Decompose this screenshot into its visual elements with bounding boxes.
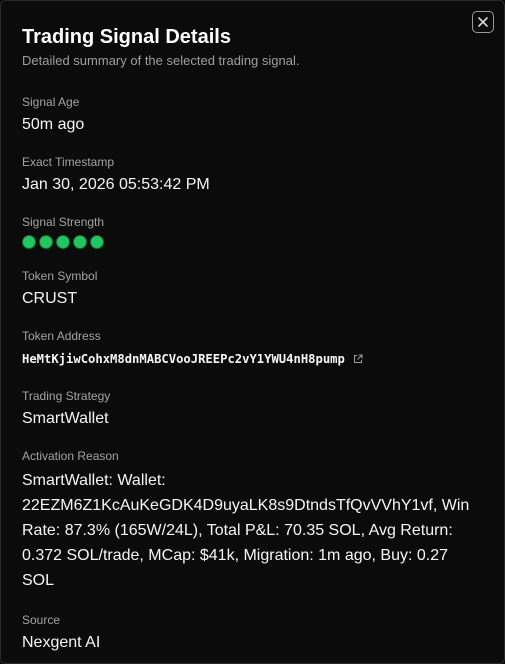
- token-symbol-field: Token Symbol CRUST: [22, 269, 483, 309]
- dialog-subtitle: Detailed summary of the selected trading…: [22, 53, 300, 68]
- activation-reason-value: SmartWallet: Wallet: 22EZM6Z1KcAuKeGDK4D…: [22, 472, 470, 589]
- trading-strategy-field: Trading Strategy SmartWallet: [22, 389, 483, 429]
- strength-dot: [22, 235, 36, 249]
- strength-dot: [56, 235, 70, 249]
- token-symbol-value: CRUST: [22, 290, 78, 307]
- dialog-title: Trading Signal Details: [22, 26, 231, 48]
- source-value: Nexgent AI: [22, 634, 101, 651]
- activation-reason-label: Activation Reason: [22, 449, 119, 463]
- external-link-icon[interactable]: [353, 354, 363, 364]
- token-address-row: HeMtKjiwCohxM8dnMABCVooJREEPc2vY1YWU4nH8…: [22, 349, 483, 369]
- token-address-field: Token Address HeMtKjiwCohxM8dnMABCVooJRE…: [22, 329, 483, 369]
- signal-age-label: Signal Age: [22, 95, 80, 109]
- trading-strategy-label: Trading Strategy: [22, 389, 111, 403]
- strength-dot: [73, 235, 87, 249]
- signal-strength-indicator: [22, 235, 483, 249]
- strength-dot: [90, 235, 104, 249]
- timestamp-value: Jan 30, 2026 05:53:42 PM: [22, 176, 210, 193]
- signal-strength-label: Signal Strength: [22, 215, 105, 229]
- signal-age-field: Signal Age 50m ago: [22, 95, 483, 135]
- signal-strength-field: Signal Strength: [22, 215, 483, 249]
- source-label: Source: [22, 613, 61, 627]
- timestamp-field: Exact Timestamp Jan 30, 2026 05:53:42 PM: [22, 155, 483, 195]
- token-symbol-label: Token Symbol: [22, 269, 98, 283]
- close-icon: [478, 17, 488, 27]
- token-address-value[interactable]: HeMtKjiwCohxM8dnMABCVooJREEPc2vY1YWU4nH8…: [22, 349, 345, 369]
- signal-details-dialog: Trading Signal Details Detailed summary …: [0, 0, 505, 664]
- close-button[interactable]: [472, 11, 494, 33]
- trading-strategy-value: SmartWallet: [22, 410, 109, 427]
- signal-age-value: 50m ago: [22, 116, 85, 133]
- strength-dot: [39, 235, 53, 249]
- activation-reason-field: Activation Reason SmartWallet: Wallet: 2…: [22, 449, 483, 593]
- source-field: Source Nexgent AI: [22, 613, 483, 653]
- token-address-label: Token Address: [22, 329, 101, 343]
- timestamp-label: Exact Timestamp: [22, 155, 115, 169]
